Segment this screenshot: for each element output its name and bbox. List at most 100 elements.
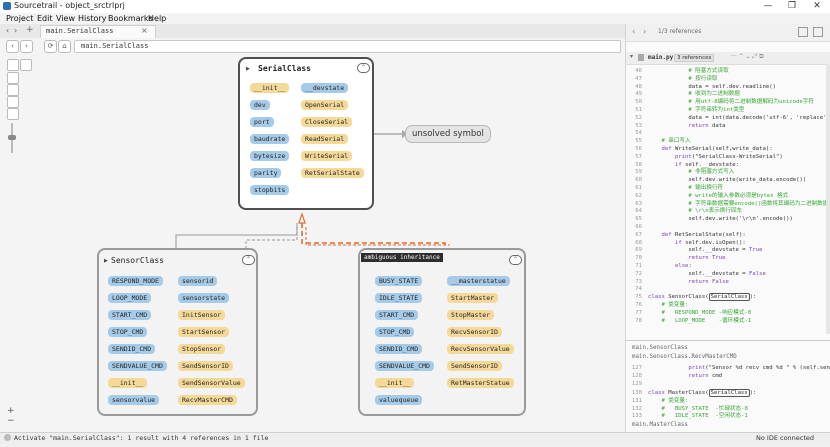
member-bytesize[interactable]: bytesize: [250, 151, 290, 161]
file-icon: [638, 54, 644, 61]
member-sendsensorid[interactable]: SendSensorID: [178, 361, 233, 371]
ambiguous-inheritance-badge: ambiguous inheritance: [361, 253, 443, 262]
member-initsensor[interactable]: InitSensor: [178, 310, 226, 320]
member-init[interactable]: __init__: [108, 378, 148, 388]
single-file-view-icon[interactable]: [798, 27, 808, 37]
member-stopbits[interactable]: stopbits: [250, 185, 290, 195]
member-port[interactable]: port: [250, 117, 274, 127]
menu-history[interactable]: History: [78, 14, 106, 23]
maximize-button[interactable]: ❐: [780, 0, 804, 13]
member-loop-mode[interactable]: LOOP_MODE: [108, 293, 152, 303]
member-recvsensorvalue[interactable]: RecvSensorValue: [447, 344, 514, 354]
new-tab-icon[interactable]: +: [26, 25, 34, 35]
line-numbers: 127 128 129: [631, 365, 642, 387]
reference-counter: 1/3 references: [658, 28, 702, 35]
context-line-sensorclass[interactable]: main.SensorClass: [632, 345, 688, 351]
menu-edit[interactable]: Edit: [37, 14, 53, 23]
title-bar: Sourcetrail - object_srctrlprj — ❐ ✕: [0, 0, 830, 13]
member-retserialstate[interactable]: RetSerialState: [301, 168, 364, 178]
node-serialclass[interactable]: SerialClass ▶ ⌃ __init__ dev port baudra…: [238, 57, 374, 210]
tab-main-serialclass[interactable]: main.SerialClass ×: [40, 25, 156, 38]
home-button[interactable]: ⌂: [58, 40, 71, 53]
member-sendvalue-cmd[interactable]: SENDVALUE_CMD: [375, 361, 434, 371]
app-icon: [3, 2, 11, 10]
member-init[interactable]: __init__: [250, 83, 290, 93]
member-init[interactable]: __init__: [375, 378, 415, 388]
member-sendid-cmd[interactable]: SENDID_CMD: [375, 344, 423, 354]
member-valuequeue[interactable]: valuequeue: [375, 395, 423, 405]
member-sendvalue-cmd[interactable]: SENDVALUE_CMD: [108, 361, 167, 371]
menu-view[interactable]: View: [56, 14, 75, 23]
tab-close-icon[interactable]: ×: [141, 26, 148, 35]
member-recvsensorid[interactable]: RecvSensorID: [447, 327, 502, 337]
context-line-recvmastercmd[interactable]: main.SensorClass.RecvMasterCMD: [632, 354, 737, 360]
collapse-node-icon[interactable]: ⌃: [242, 255, 255, 265]
member-sensorid[interactable]: sensorid: [178, 276, 218, 286]
collapse-node-icon[interactable]: ⌃: [357, 63, 370, 73]
member-idle-state[interactable]: IDLE_STATE: [375, 293, 423, 303]
prev-reference-icon[interactable]: ‹: [632, 27, 635, 36]
member-writeserial[interactable]: WriteSerial: [301, 151, 353, 161]
status-icon: [4, 434, 11, 441]
collapse-node-icon[interactable]: ⌃: [509, 255, 522, 265]
code-lines: print("Sensor %d recv cmd %d " % (self.s…: [688, 365, 830, 379]
forward-button[interactable]: ›: [20, 40, 33, 53]
minimize-button[interactable]: —: [756, 0, 780, 13]
file-actions[interactable]: ··· ⌃ ⌄ ⤢ ⧉: [731, 53, 764, 61]
status-bar: Activate "main.SerialClass": 1 result wi…: [0, 432, 830, 444]
line-numbers: 130 131 132 133: [631, 390, 642, 420]
member-retmasterstatue[interactable]: RetMasterStatue: [447, 378, 514, 388]
member-stopmaster[interactable]: StopMaster: [447, 310, 495, 320]
member-parity[interactable]: parity: [250, 168, 282, 178]
member-recvmastercmd[interactable]: RecvMasterCMD: [178, 395, 237, 405]
ide-status: No IDE connected: [756, 434, 815, 442]
member-devstate[interactable]: __devstate: [301, 83, 349, 93]
member-sensorvalue[interactable]: sensorvalue: [108, 395, 160, 405]
member-sendid-cmd[interactable]: SENDID_CMD: [108, 344, 156, 354]
line-numbers: 46 47 48 49 50 51 52 53 54 55 56 57 58 59 60 61 62 63 64 65…: [635, 68, 642, 324]
multi-file-view-icon[interactable]: [813, 27, 823, 37]
back-button[interactable]: ‹: [6, 40, 19, 53]
class-icon: ▶: [104, 258, 108, 264]
tab-next-icon[interactable]: ›: [14, 26, 17, 35]
node-unsolved-symbol[interactable]: unsolved symbol: [405, 125, 491, 143]
member-readserial[interactable]: ReadSerial: [301, 134, 349, 144]
member-stop-cmd[interactable]: STOP_CMD: [375, 327, 415, 337]
member-dev[interactable]: dev: [250, 100, 270, 110]
member-respond-mode[interactable]: RESPOND_MODE: [108, 276, 163, 286]
member-stopsensor[interactable]: StopSensor: [178, 344, 226, 354]
member-masterstatue[interactable]: __masterstatue: [447, 276, 510, 286]
file-header[interactable]: ▾ main.py 3 references ··· ⌃ ⌄ ⤢ ⧉: [626, 52, 830, 65]
menu-help[interactable]: Help: [148, 14, 166, 23]
member-start-cmd[interactable]: START_CMD: [108, 310, 152, 320]
close-window-button[interactable]: ✕: [805, 0, 829, 13]
member-busy-state[interactable]: BUSY_STATE: [375, 276, 423, 286]
member-sensorstate[interactable]: sensorstate: [178, 293, 230, 303]
tab-bar: ‹ › + main.SerialClass ×: [0, 24, 625, 39]
menu-bookmarks[interactable]: Bookmarks: [108, 14, 153, 23]
member-baudrate[interactable]: baudrate: [250, 134, 290, 144]
member-sendsensorvalue[interactable]: SendSensorValue: [178, 378, 245, 388]
code-panel-toolbar: ‹ › 1/3 references: [626, 24, 830, 42]
search-input[interactable]: main.SerialClass: [74, 40, 621, 53]
code-panel: ‹ › 1/3 references ▾ main.py 3 reference…: [625, 24, 830, 432]
member-closeserial[interactable]: CloseSerial: [301, 117, 353, 127]
node-masterclass[interactable]: ⌃ BUSY_STATE IDLE_STATE START_CMD STOP_C…: [358, 248, 526, 416]
node-sensorclass[interactable]: ▶ SensorClass ⌃ RESPOND_MODE LOOP_MODE S…: [97, 248, 258, 416]
context-line-masterclass[interactable]: main.MasterClass: [632, 422, 688, 428]
member-startsensor[interactable]: StartSensor: [178, 327, 230, 337]
refresh-button[interactable]: ⟳: [44, 40, 57, 53]
menu-project[interactable]: Project: [6, 14, 33, 23]
graph-view[interactable]: + − SerialClass ▶ ⌃ __init__ dev port ba…: [0, 55, 625, 432]
member-sendsensorid[interactable]: SendSensorID: [447, 361, 502, 371]
code-scrollbar[interactable]: [826, 64, 830, 334]
member-stop-cmd[interactable]: STOP_CMD: [108, 327, 148, 337]
member-openserial[interactable]: OpenSerial: [301, 100, 349, 110]
member-startmaster[interactable]: StartMaster: [447, 293, 499, 303]
member-start-cmd[interactable]: START_CMD: [375, 310, 419, 320]
collapse-file-icon[interactable]: ▾: [630, 53, 633, 60]
next-reference-icon[interactable]: ›: [643, 27, 646, 36]
search-chip[interactable]: main.SerialClass: [78, 41, 151, 51]
code-lines: # 阻塞方式读取 # 按行读取 data = self.dev.readline…: [648, 68, 830, 324]
tab-prev-icon[interactable]: ‹: [6, 26, 9, 35]
